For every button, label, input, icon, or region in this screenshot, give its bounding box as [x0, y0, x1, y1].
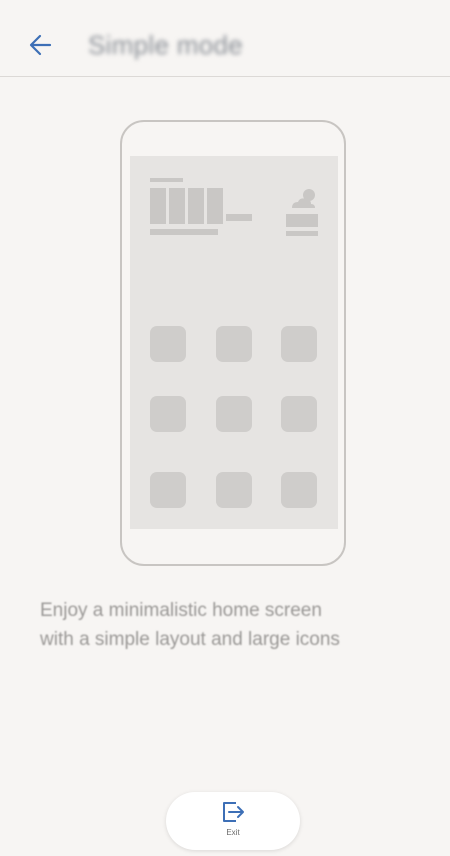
exit-icon: [223, 802, 244, 822]
app-icon: [216, 396, 252, 432]
clock-digit: [169, 188, 185, 224]
app-icon: [281, 326, 317, 362]
phone-screen: [130, 156, 338, 529]
back-button[interactable]: [26, 30, 60, 60]
weather-location: [286, 231, 318, 236]
description-line: Enjoy a minimalistic home screen: [40, 600, 322, 621]
title-bar: Simple mode: [0, 0, 450, 77]
exit-label: Exit: [226, 828, 240, 837]
app-icon: [150, 472, 186, 508]
arrow-left-icon: [29, 34, 52, 56]
clock-digit: [207, 188, 223, 224]
app-icon: [216, 326, 252, 362]
description-line: with a simple layout and large icons: [40, 629, 340, 650]
description-text: Enjoy a minimalistic home screen with a …: [40, 596, 430, 654]
clock-period: [226, 214, 252, 221]
clock-widget-label: [150, 178, 183, 182]
app-icon: [150, 396, 186, 432]
app-icon: [281, 396, 317, 432]
weather-temp: [286, 214, 318, 227]
date-line: [150, 229, 218, 235]
app-icon: [216, 472, 252, 508]
sun-cloud-icon: [292, 189, 315, 208]
clock-digit: [188, 188, 204, 224]
app-icon: [150, 326, 186, 362]
app-icon: [281, 472, 317, 508]
clock-digit: [150, 188, 166, 224]
page-title: Simple mode: [88, 30, 244, 60]
exit-button[interactable]: Exit: [166, 792, 300, 850]
